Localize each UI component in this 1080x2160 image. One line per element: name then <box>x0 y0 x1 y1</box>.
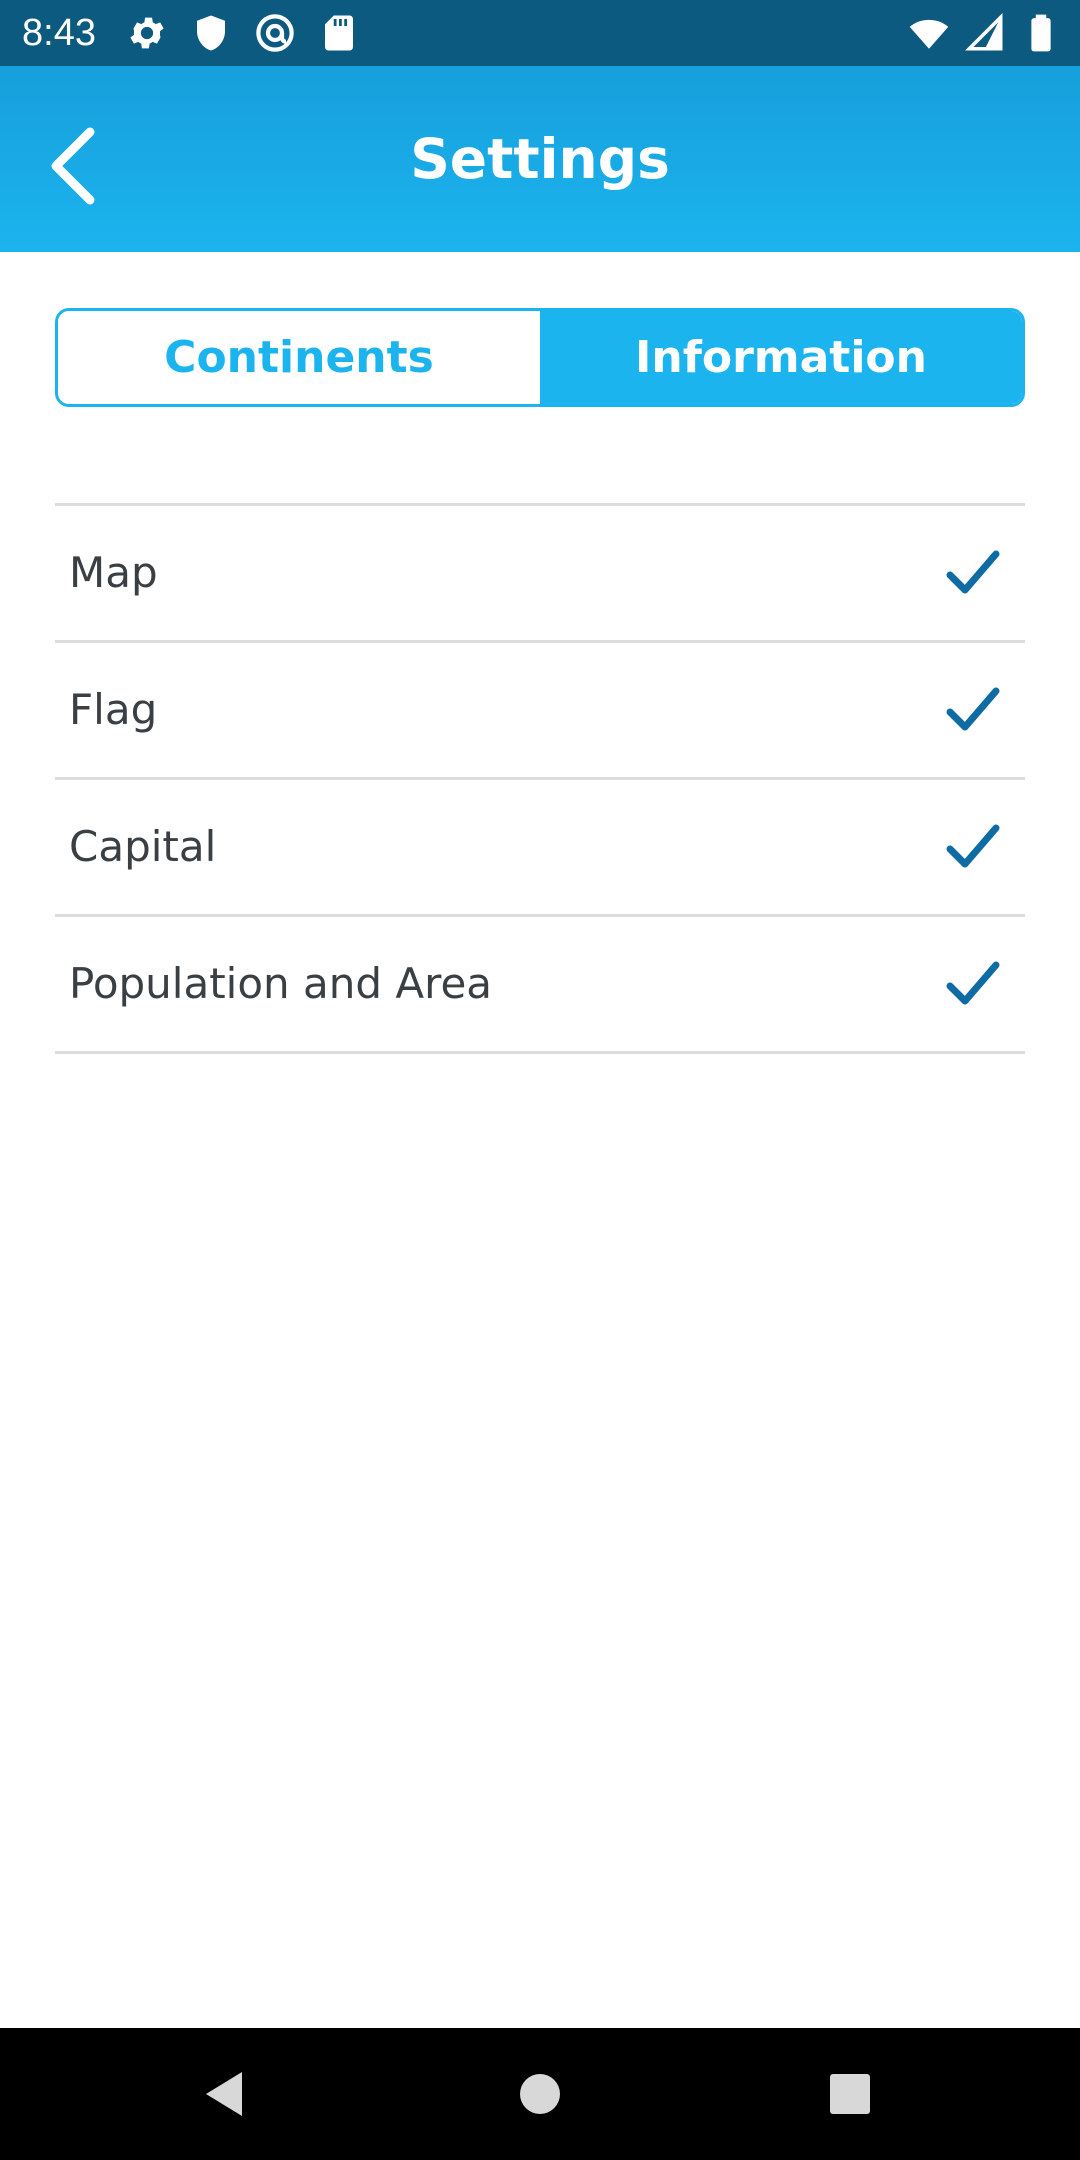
back-triangle-icon[interactable] <box>196 2064 256 2124</box>
chevron-left-icon <box>51 127 95 205</box>
status-icons-right <box>908 12 1062 54</box>
checkmark-icon <box>946 824 1000 868</box>
navigation-bar <box>0 2028 1080 2160</box>
option-row-capital[interactable]: Capital <box>55 780 1025 917</box>
status-time: 8:43 <box>22 12 96 54</box>
information-options-list: Map Flag Capital Population and Area <box>55 503 1025 1054</box>
option-row-flag[interactable]: Flag <box>55 643 1025 780</box>
segmented-tabs: Continents Information <box>55 308 1025 407</box>
tab-information[interactable]: Information <box>540 311 1022 404</box>
option-label: Flag <box>69 685 158 734</box>
gear-icon <box>130 17 164 49</box>
app-bar: Settings <box>0 66 1080 252</box>
shield-icon <box>197 15 225 51</box>
status-bar: 8:43 <box>0 0 1080 66</box>
recents-square-icon[interactable] <box>820 2064 880 2124</box>
cell-signal-icon <box>965 13 1003 51</box>
option-label: Capital <box>69 822 217 871</box>
at-sign-icon <box>256 14 294 52</box>
option-label: Population and Area <box>69 959 493 1008</box>
option-label: Map <box>69 548 158 597</box>
back-button[interactable] <box>44 126 108 206</box>
wifi-icon <box>909 19 949 49</box>
option-row-map[interactable]: Map <box>55 506 1025 643</box>
checkmark-icon <box>946 687 1000 731</box>
option-row-population-and-area[interactable]: Population and Area <box>55 917 1025 1054</box>
sd-card-icon <box>325 15 353 51</box>
checkmark-icon <box>946 961 1000 1005</box>
tab-continents[interactable]: Continents <box>58 311 540 404</box>
battery-icon <box>1031 14 1051 52</box>
home-circle-icon[interactable] <box>510 2064 570 2124</box>
status-icons-left <box>126 12 360 54</box>
page-title: Settings <box>410 127 670 191</box>
checkmark-icon <box>946 550 1000 594</box>
